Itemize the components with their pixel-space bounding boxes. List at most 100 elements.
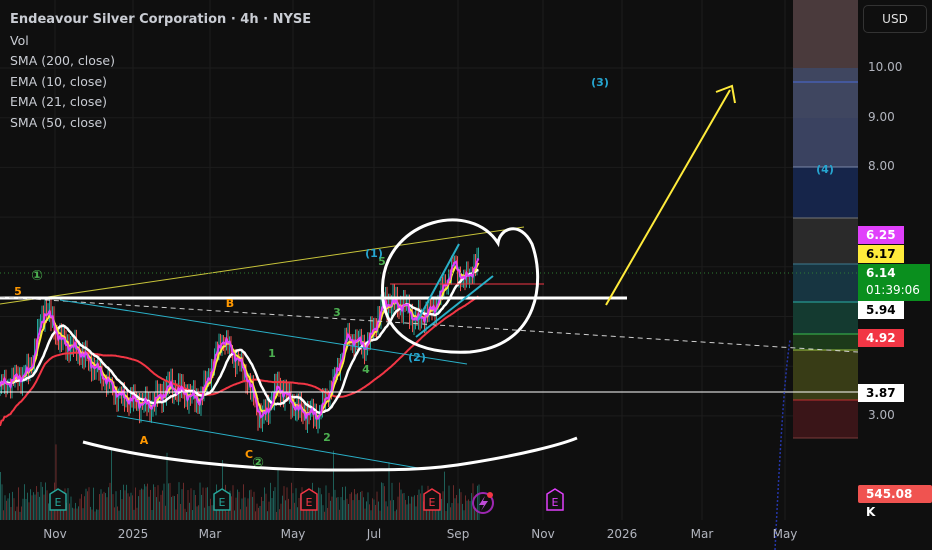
- volume-bar: [342, 486, 343, 520]
- volume-bar: [162, 490, 163, 520]
- volume-bar: [16, 506, 18, 520]
- volume-bar: [249, 490, 250, 520]
- volume-bar: [33, 492, 34, 520]
- volume-bar: [288, 498, 289, 520]
- time-tick: 2025: [117, 527, 149, 541]
- ema10-price-label: 6.25: [858, 226, 904, 244]
- symbol-title[interactable]: Endeavour Silver Corporation · 4h · NYSE: [10, 10, 311, 31]
- channel-upper[interactable]: [59, 299, 468, 365]
- volume-bar: [123, 484, 124, 520]
- volume-bar: [111, 447, 112, 520]
- volume-bar: [421, 485, 423, 520]
- volume-bar: [271, 498, 273, 520]
- volume-bar: [237, 489, 238, 520]
- volume-bar: [358, 500, 360, 520]
- volume-bar: [382, 483, 384, 520]
- yellow-trendline[interactable]: [0, 226, 525, 305]
- volume-bar: [144, 484, 145, 520]
- volume-bar: [94, 511, 96, 520]
- volume-bar: [183, 482, 184, 520]
- volume-bar: [186, 511, 187, 520]
- volume-bar: [147, 483, 148, 520]
- volume-bar: [292, 493, 294, 520]
- earnings-label: E: [219, 496, 226, 509]
- dotted-curve[interactable]: [774, 339, 791, 550]
- volume-bar: [363, 497, 364, 520]
- volume-bar: [9, 493, 10, 520]
- volume-bar: [324, 511, 325, 520]
- wave-label: 3: [333, 306, 341, 319]
- volume-bar: [234, 510, 235, 520]
- volume-bar: [259, 506, 261, 520]
- volume-bar: [391, 482, 393, 520]
- volume-bar: [252, 496, 253, 520]
- volume-bar: [145, 486, 147, 520]
- volume-bar: [345, 486, 346, 520]
- volume-bar: [97, 509, 99, 520]
- volume-bar: [474, 509, 475, 520]
- volume-bar: [457, 503, 459, 520]
- volume-bar: [61, 510, 63, 520]
- volume-bar: [133, 509, 135, 520]
- volume-bar: [232, 485, 234, 520]
- volume-bar: [417, 494, 418, 520]
- volume-bar: [31, 495, 33, 520]
- channel-lower[interactable]: [116, 415, 419, 469]
- volume-bar: [199, 482, 201, 520]
- volume-bar: [328, 492, 330, 520]
- volume-bar: [460, 492, 462, 520]
- currency-button[interactable]: USD: [863, 5, 927, 33]
- time-tick: Jul: [366, 527, 382, 541]
- volume-bar: [21, 506, 22, 520]
- fib-zone: [793, 0, 858, 68]
- volume-bar: [442, 491, 444, 520]
- time-tick: Mar: [198, 527, 222, 541]
- volume-bar: [15, 511, 16, 520]
- volume-bar: [441, 498, 442, 520]
- volume-bar: [27, 492, 28, 520]
- indicator-ema10[interactable]: EMA (10, close): [10, 72, 311, 93]
- volume-bar: [156, 497, 157, 520]
- wave-label: (3): [591, 76, 609, 89]
- volume-bar: [172, 495, 174, 520]
- volume-bar: [220, 509, 222, 520]
- volume-bar: [418, 489, 420, 520]
- volume-bar: [166, 452, 168, 520]
- volume-bar: [195, 494, 196, 520]
- volume-bar: [187, 490, 189, 520]
- volume-bar: [96, 509, 97, 520]
- volume-bar: [127, 493, 129, 520]
- indicator-vol[interactable]: Vol: [10, 31, 311, 52]
- volume-bar: [151, 509, 153, 520]
- volume-bar: [244, 497, 246, 520]
- volume-bar: [168, 483, 169, 520]
- volume-bar: [321, 494, 322, 520]
- volume-bar: [115, 491, 117, 520]
- volume-bar: [376, 491, 378, 520]
- volume-bar: [333, 450, 334, 520]
- ema21-price-label: 6.17: [858, 245, 904, 263]
- volume-bar: [99, 494, 100, 520]
- time-tick: Sep: [446, 527, 470, 541]
- volume-bar: [463, 510, 465, 520]
- volume-bar: [462, 503, 463, 520]
- indicator-ema21[interactable]: EMA (21, close): [10, 92, 311, 113]
- volume-bar: [397, 496, 399, 520]
- support-price-label: 3.87: [858, 384, 904, 402]
- volume-bar: [415, 506, 417, 520]
- wave-label: B: [226, 297, 234, 310]
- volume-bar: [154, 486, 156, 520]
- volume-bar: [445, 511, 447, 520]
- lightning-icon[interactable]: [472, 492, 494, 514]
- volume-bar: [340, 497, 342, 520]
- wave-label: 2: [323, 431, 331, 444]
- volume-bar: [381, 482, 382, 520]
- time-tick: Nov: [531, 527, 555, 541]
- indicator-sma50[interactable]: SMA (50, close): [10, 113, 311, 134]
- volume-bar: [247, 498, 249, 520]
- volume-bar: [238, 491, 240, 520]
- volume-bar: [184, 508, 186, 520]
- indicator-sma200[interactable]: SMA (200, close): [10, 51, 311, 72]
- volume-bar: [91, 509, 93, 520]
- volume-bar: [283, 486, 285, 520]
